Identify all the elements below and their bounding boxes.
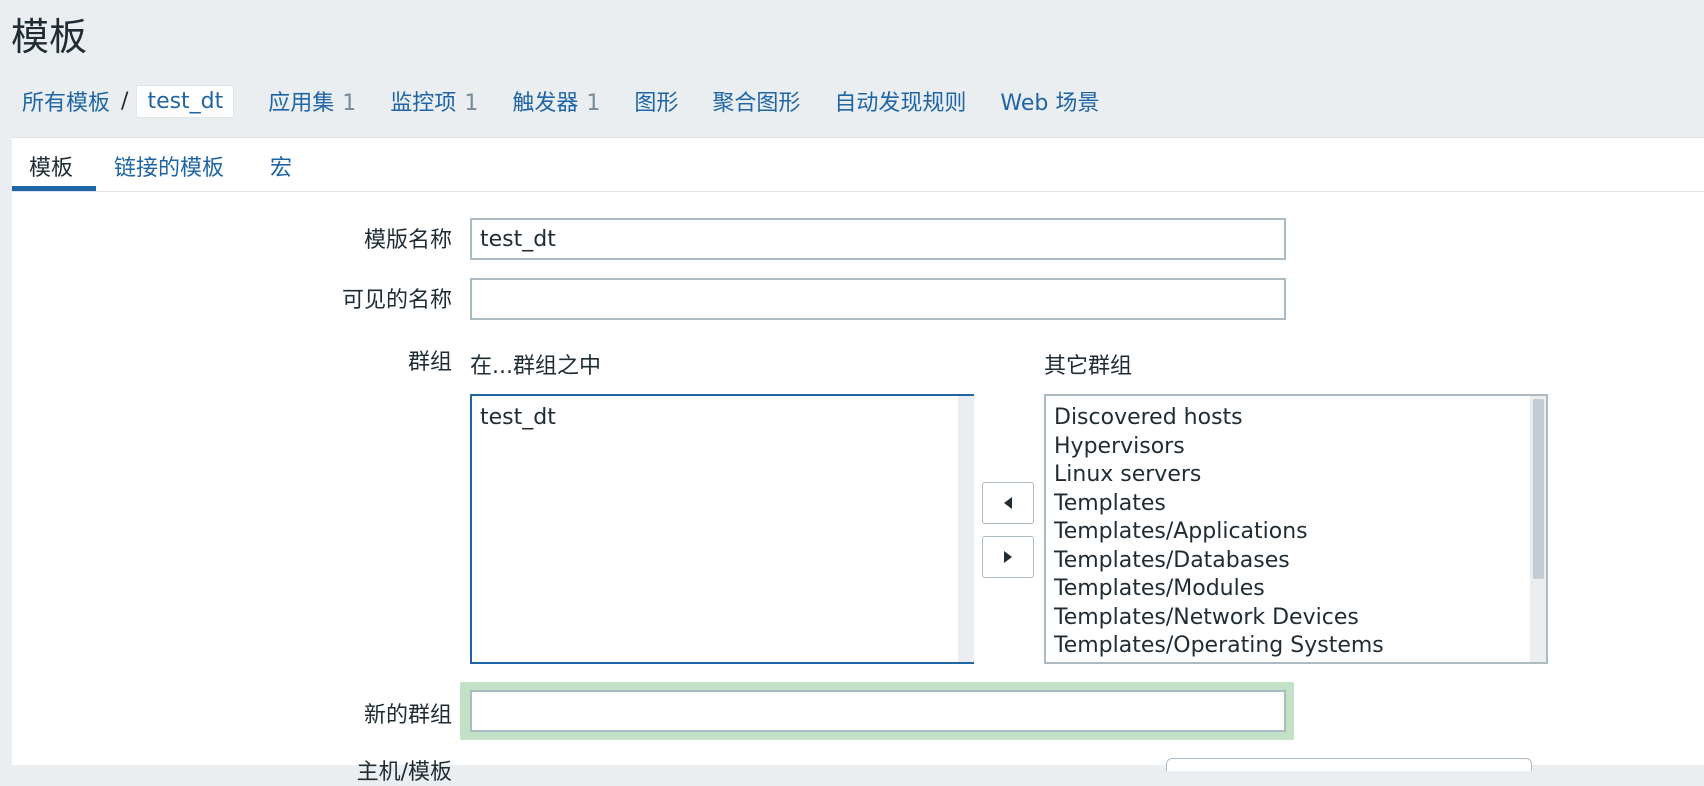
triangle-right-icon — [1004, 551, 1012, 563]
nav-screens[interactable]: 聚合图形 — [712, 85, 800, 117]
list-item[interactable]: Templates/Operating Systems — [1046, 632, 1546, 661]
list-item[interactable]: Hypervisors — [1046, 433, 1546, 462]
nav-label: 应用集 — [268, 91, 335, 116]
in-groups-label: 在...群组之中 — [470, 354, 601, 379]
scrollbar[interactable] — [958, 396, 974, 662]
other-groups-label: 其它群组 — [1044, 354, 1133, 379]
list-item[interactable]: Linux servers — [1046, 461, 1546, 490]
nav-label: 监控项 — [390, 91, 457, 116]
nav-count: 1 — [586, 91, 601, 116]
nav-triggers[interactable]: 触发器 1 — [512, 85, 600, 117]
breadcrumb-separator: / — [121, 88, 129, 114]
in-groups-listbox[interactable]: test_dt — [470, 394, 974, 664]
page-title: 模板 — [11, 15, 88, 59]
nav-count: 1 — [342, 91, 357, 116]
move-left-button[interactable] — [982, 482, 1034, 524]
nav-label: 触发器 — [512, 91, 579, 116]
nav-web-scenarios[interactable]: Web 场景 — [1000, 85, 1099, 117]
new-group-label: 新的群组 — [363, 703, 452, 728]
nav-graphs[interactable]: 图形 — [634, 85, 678, 117]
list-item[interactable]: Discovered hosts — [1046, 404, 1546, 433]
tab-template[interactable]: 模板 — [29, 150, 73, 182]
breadcrumb-current-template[interactable]: test_dt — [136, 84, 235, 118]
tab-bar: 模板 链接的模板 宏 — [12, 138, 1704, 192]
list-item[interactable]: Templates/Applications — [1046, 518, 1546, 547]
scrollbar[interactable] — [1530, 396, 1546, 662]
new-group-input[interactable] — [470, 690, 1286, 732]
nav-count: 1 — [464, 91, 479, 116]
breadcrumb-all-templates[interactable]: 所有模板 — [22, 85, 110, 117]
tab-macros[interactable]: 宏 — [270, 150, 292, 182]
triangle-left-icon — [1004, 497, 1012, 509]
tab-linked-templates[interactable]: 链接的模板 — [114, 150, 224, 182]
breadcrumb: 所有模板 / test_dt 应用集 1 监控项 1 触发器 1 图形 聚合图形 自动… — [0, 78, 1704, 124]
groups-label: 群组 — [407, 350, 452, 375]
scrollbar-thumb[interactable] — [1533, 399, 1544, 579]
list-item[interactable]: Templates/Modules — [1046, 575, 1546, 604]
visible-name-label: 可见的名称 — [341, 288, 452, 313]
nav-discovery-rules[interactable]: 自动发现规则 — [834, 85, 966, 117]
nav-applications[interactable]: 应用集 1 — [268, 85, 356, 117]
list-item[interactable]: Templates/Databases — [1046, 547, 1546, 576]
active-tab-indicator — [12, 186, 96, 191]
nav-items[interactable]: 监控项 1 — [390, 85, 478, 117]
template-name-label: 模版名称 — [363, 228, 452, 253]
list-item[interactable]: Templates/Network Devices — [1046, 604, 1546, 633]
list-item[interactable]: Templates — [1046, 490, 1546, 519]
hosts-templates-select-button[interactable] — [1166, 758, 1532, 771]
visible-name-input[interactable] — [470, 278, 1286, 320]
hosts-templates-label: 主机/模板 — [356, 760, 452, 785]
template-name-input[interactable] — [470, 218, 1286, 260]
move-right-button[interactable] — [982, 536, 1034, 578]
other-groups-listbox[interactable]: Discovered hosts Hypervisors Linux serve… — [1044, 394, 1548, 664]
list-item[interactable]: test_dt — [472, 404, 974, 433]
